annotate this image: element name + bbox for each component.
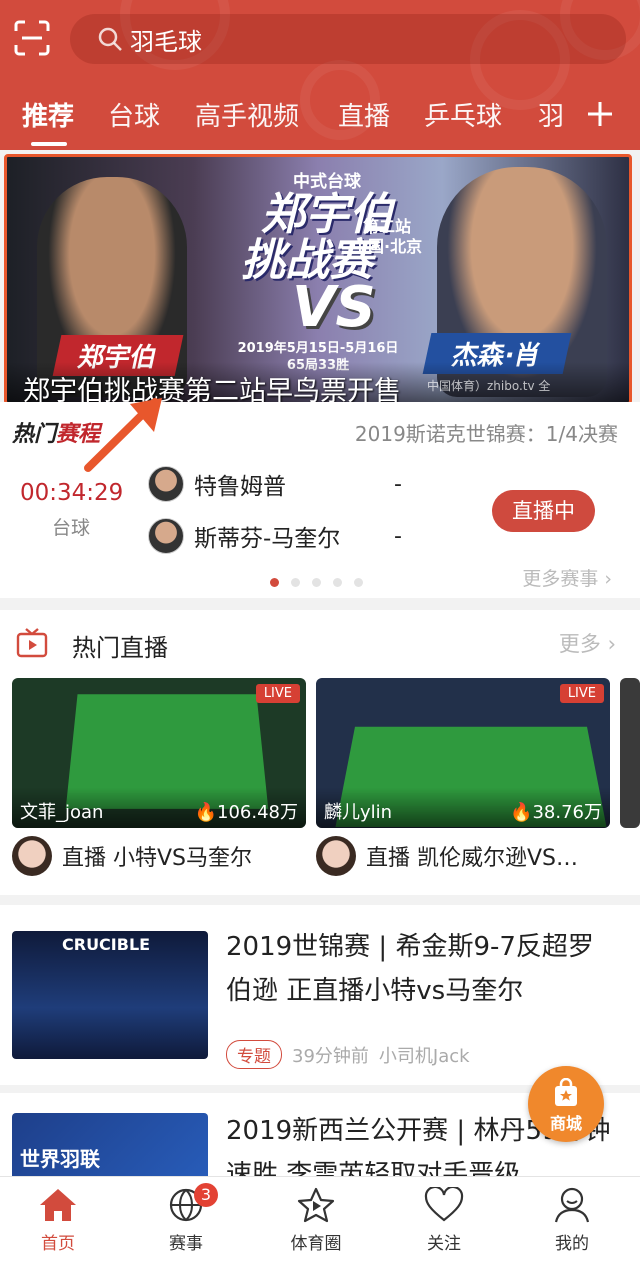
- match-time: 00:34:29: [20, 480, 124, 506]
- live-card-info: 直播 凯伦威尔逊VS…: [316, 828, 610, 884]
- schedule-title-black: 热门: [12, 422, 57, 447]
- carousel-dot[interactable]: [270, 578, 279, 587]
- live-thumbnail: LIVE 麟儿ylin 🔥38.76万: [316, 678, 610, 828]
- carousel-dot[interactable]: [291, 578, 300, 587]
- heart-icon: [424, 1187, 464, 1222]
- nav-label: 首页: [41, 1234, 75, 1254]
- live-card-peek[interactable]: [620, 678, 640, 828]
- view-count-value: 38.76万: [532, 802, 602, 823]
- events-badge: 3: [194, 1183, 218, 1207]
- carousel-dot[interactable]: [333, 578, 342, 587]
- nav-profile[interactable]: 我的: [522, 1187, 622, 1254]
- nav-events[interactable]: 3 赛事: [136, 1183, 236, 1254]
- article-meta: 专题 39分钟前 小司机Jack: [226, 1040, 470, 1069]
- article-thumbnail-text: 世界羽联: [20, 1147, 100, 1171]
- carousel-dots: [270, 578, 375, 587]
- player-score: -: [394, 471, 402, 497]
- nav-home[interactable]: 首页: [8, 1187, 108, 1254]
- live-card[interactable]: LIVE 麟儿ylin 🔥38.76万 直播 凯伦威尔逊VS…: [316, 678, 610, 884]
- more-live-label: 更多: [558, 632, 601, 656]
- user-icon: [554, 1187, 590, 1223]
- shop-button[interactable]: 商城: [528, 1066, 604, 1142]
- live-thumbnail: [620, 678, 640, 828]
- bottom-nav: 首页 3 赛事 体育圈 关注 我的: [0, 1176, 640, 1271]
- live-thumbnail: LIVE 文菲_joan 🔥106.48万: [12, 678, 306, 828]
- hot-live-title: 热门直播: [72, 634, 168, 662]
- article-thumbnail-text: CRUCIBLE: [62, 935, 151, 954]
- tab-billiards[interactable]: 台球: [108, 96, 160, 133]
- chevron-right-icon: ›: [604, 568, 612, 590]
- more-events-link[interactable]: 更多赛事 ›: [522, 564, 612, 591]
- banner-watermark: 中国体育）zhibo.tv 全: [427, 379, 551, 393]
- tab-live[interactable]: 直播: [338, 96, 390, 133]
- scan-icon[interactable]: [14, 20, 50, 56]
- article-item[interactable]: CRUCIBLE 2019世锦赛 | 希金斯9-7反超罗伯逊 正直播小特vs马奎…: [0, 905, 640, 1085]
- active-tab-indicator: [31, 142, 67, 146]
- view-count-value: 106.48万: [217, 802, 298, 823]
- anchor-name: 麟儿ylin: [324, 802, 393, 823]
- tv-icon: [16, 628, 48, 658]
- search-placeholder: 羽毛球: [130, 27, 202, 56]
- player-name: 特鲁姆普: [194, 474, 286, 500]
- more-events-label: 更多赛事: [522, 568, 599, 590]
- tab-recommend[interactable]: 推荐: [22, 96, 74, 133]
- category-tabs: 推荐 台球 高手视频 直播 乒乓球 羽: [0, 92, 640, 150]
- arrow-annotation-icon: [84, 398, 162, 472]
- top-header: 羽毛球 推荐 台球 高手视频 直播 乒乓球 羽: [0, 0, 640, 150]
- live-now-button[interactable]: 直播中: [492, 490, 595, 532]
- banner-stop: 第二站 中国·北京: [352, 217, 422, 257]
- promo-banner[interactable]: 中式台球 郑宇伯 挑战赛 第二站 中国·北京 VS 郑宇伯 杰森·肖 2019年…: [4, 154, 632, 405]
- search-icon: [98, 27, 122, 51]
- live-card-title: 直播 凯伦威尔逊VS…: [366, 846, 579, 871]
- tab-pro-videos[interactable]: 高手视频: [195, 96, 299, 133]
- shopping-bag-icon: [555, 1078, 577, 1106]
- live-card-title: 直播 小特VS马奎尔: [62, 846, 253, 871]
- player-avatar: [148, 518, 184, 554]
- nav-label: 我的: [555, 1234, 589, 1254]
- match-sport: 台球: [52, 517, 91, 539]
- banner-vs: VS: [292, 275, 376, 340]
- article-tag: 专题: [226, 1040, 282, 1069]
- anchor-avatar: [316, 836, 356, 876]
- banner-city: 中国·北京: [352, 237, 423, 256]
- player-name: 斯蒂芬-马奎尔: [194, 526, 341, 552]
- more-live-link[interactable]: 更多 ›: [559, 628, 616, 658]
- star-play-icon: [297, 1187, 335, 1223]
- search-input[interactable]: 羽毛球: [70, 14, 626, 64]
- nav-sports-circle[interactable]: 体育圈: [266, 1187, 366, 1254]
- tab-table-tennis[interactable]: 乒乓球: [424, 96, 502, 133]
- player-score: -: [394, 523, 402, 549]
- hot-live-section: 热门直播 更多 › LIVE 文菲_joan 🔥106.48万 直播 小特VS马…: [0, 610, 640, 895]
- shop-label: 商城: [549, 1114, 582, 1133]
- home-icon: [40, 1189, 76, 1221]
- article-thumbnail: 世界羽联: [12, 1113, 208, 1183]
- nav-label: 赛事: [169, 1234, 203, 1254]
- article-thumbnail: CRUCIBLE: [12, 931, 208, 1059]
- banner-date-range: 2019年5月15日-5月16日: [237, 341, 399, 356]
- live-card[interactable]: LIVE 文菲_joan 🔥106.48万 直播 小特VS马奎尔: [12, 678, 306, 884]
- article-time: 39分钟前: [292, 1045, 369, 1067]
- add-tab-icon[interactable]: [585, 92, 615, 136]
- player-row: 斯蒂芬-马奎尔 -: [148, 518, 402, 554]
- nav-label: 体育圈: [290, 1234, 342, 1254]
- carousel-dot[interactable]: [312, 578, 321, 587]
- article-title: 2019世锦赛 | 希金斯9-7反超罗伯逊 正直播小特vs马奎尔: [226, 932, 594, 1006]
- tab-badminton[interactable]: 羽: [538, 96, 564, 133]
- view-count: 🔥106.48万: [194, 802, 298, 823]
- anchor-name: 文菲_joan: [20, 802, 104, 823]
- live-tag: LIVE: [559, 684, 604, 703]
- schedule-event: 2019斯诺克世锦赛：1/4决赛: [354, 422, 618, 446]
- live-card-info: 直播 小特VS马奎尔: [12, 828, 306, 884]
- banner-stop-label: 第二站: [363, 217, 412, 236]
- anchor-avatar: [12, 836, 52, 876]
- chevron-right-icon: ›: [607, 632, 616, 656]
- nav-label: 关注: [427, 1234, 461, 1254]
- article-author: 小司机Jack: [378, 1045, 470, 1067]
- player-row: 特鲁姆普 -: [148, 466, 402, 502]
- view-count: 🔥38.76万: [510, 802, 602, 823]
- nav-follow[interactable]: 关注: [394, 1187, 494, 1254]
- live-tag: LIVE: [255, 684, 300, 703]
- carousel-dot[interactable]: [354, 578, 363, 587]
